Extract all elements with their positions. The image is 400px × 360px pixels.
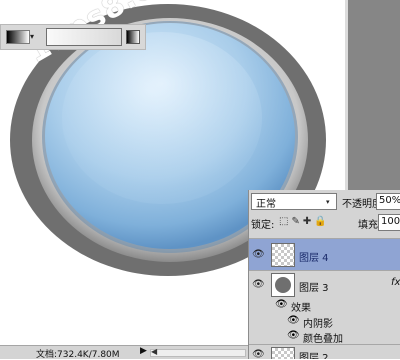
gloss-highlight <box>62 32 262 204</box>
fx-icon[interactable]: fx <box>391 277 400 288</box>
layer-thumbnail-circle <box>275 277 291 293</box>
layer-thumbnail <box>271 347 295 359</box>
fill-value: 100% <box>381 216 400 227</box>
eye-icon[interactable]: 👁 <box>275 299 288 310</box>
layers-panel: 正常 ▾ 不透明度: 50% 锁定: ⬚✎✚🔒 填充: 100% 👁 图层 4 … <box>248 190 400 359</box>
inner-shadow-label: 内阴影 <box>303 319 333 330</box>
layer-row[interactable]: 👁 图层 3 fx <box>249 270 400 298</box>
lock-options-icons[interactable]: ⬚✎✚🔒 <box>279 216 330 227</box>
layer-thumbnail <box>271 243 295 267</box>
gradient-preview-bar[interactable] <box>46 28 122 46</box>
eye-icon[interactable]: 👁 <box>252 249 266 261</box>
opacity-value: 50% <box>379 195 400 206</box>
fill-input[interactable]: 100% <box>378 214 400 231</box>
effects-label: 效果 <box>291 303 311 314</box>
effects-row[interactable]: 👁 效果 <box>249 298 400 314</box>
scroll-left-icon[interactable]: ◀ <box>151 347 157 356</box>
horizontal-scrollbar[interactable] <box>150 349 246 357</box>
layer-name: 图层 2 <box>299 353 329 359</box>
eye-icon[interactable]: 👁 <box>252 349 266 359</box>
color-overlay-label: 颜色叠加 <box>303 334 343 345</box>
layer-thumbnail <box>271 273 295 297</box>
chevron-down-icon[interactable]: ▾ <box>30 33 34 41</box>
document-size-status: 文档:732.4K/7.80M <box>36 350 120 360</box>
effect-row[interactable]: 👁 颜色叠加 <box>249 329 400 345</box>
lock-label: 锁定: <box>251 220 275 231</box>
blend-mode-value: 正常 <box>256 199 276 210</box>
blend-mode-select[interactable]: 正常 ▾ <box>251 193 337 210</box>
chevron-down-icon: ▾ <box>326 198 330 206</box>
effect-row[interactable]: 👁 内阴影 <box>249 314 400 330</box>
layer-row[interactable]: 👁 图层 2 <box>249 344 400 359</box>
eye-icon[interactable]: 👁 <box>287 330 300 341</box>
status-bar: 文档:732.4K/7.80M ▶ ◀ <box>0 345 248 360</box>
layer-name: 图层 4 <box>299 253 329 264</box>
opacity-input[interactable]: 50% <box>376 193 400 210</box>
status-menu-arrow-icon[interactable]: ▶ <box>140 346 147 356</box>
linear-gradient-icon[interactable] <box>126 30 140 44</box>
layer-name: 图层 3 <box>299 283 329 294</box>
eye-icon[interactable]: 👁 <box>287 315 300 326</box>
gradient-swatch-icon[interactable] <box>6 30 30 44</box>
layer-row[interactable]: 👁 图层 4 <box>249 238 400 270</box>
eye-icon[interactable]: 👁 <box>252 279 266 291</box>
